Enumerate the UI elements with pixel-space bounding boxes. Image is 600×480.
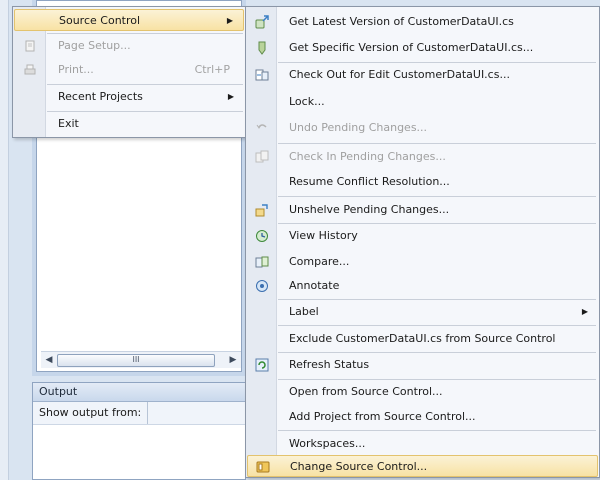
menu-item-label: Print... — [58, 63, 94, 76]
menu-item-print[interactable]: Print... Ctrl+P — [14, 59, 244, 81]
file-menu: Source Control ▶ Page Setup... Print... … — [12, 6, 246, 138]
check-out-icon — [255, 69, 269, 81]
menu-item-label: Exit — [58, 117, 79, 130]
menu-item-label: Get Specific Version of CustomerDataUI.c… — [289, 41, 534, 54]
view-history-item[interactable]: View History — [247, 225, 598, 247]
menu-separator — [278, 223, 596, 224]
menu-item-recent-projects[interactable]: Recent Projects ▶ — [14, 86, 244, 108]
menu-item-label: Annotate — [289, 279, 340, 292]
annotate-item[interactable]: Annotate — [247, 275, 598, 297]
menu-item-label: Workspaces... — [289, 437, 366, 450]
menu-item-label: Recent Projects — [58, 90, 143, 103]
annotate-icon — [256, 280, 268, 292]
page-setup-icon — [25, 40, 35, 52]
menu-separator — [278, 196, 596, 197]
scroll-left-icon[interactable]: ◀ — [43, 354, 55, 366]
menu-separator — [47, 84, 243, 85]
menu-item-label: Lock... — [289, 95, 325, 108]
menu-separator — [278, 299, 596, 300]
menu-separator — [278, 325, 596, 326]
menu-item-label: Page Setup... — [58, 39, 131, 52]
add-project-from-source-control-item[interactable]: Add Project from Source Control... — [247, 406, 598, 428]
change-source-control-icon — [256, 461, 270, 473]
menu-item-shortcut: Ctrl+P — [194, 63, 230, 76]
menu-separator — [278, 62, 596, 63]
history-icon — [256, 230, 268, 242]
menu-item-label: Open from Source Control... — [289, 385, 443, 398]
output-panel: Output Show output from: — [32, 382, 246, 480]
printer-icon — [24, 64, 36, 75]
get-latest-version-item[interactable]: Get Latest Version of CustomerDataUI.cs — [247, 11, 598, 33]
scrollbar-thumb[interactable]: III — [57, 354, 215, 367]
output-panel-title: Output — [33, 383, 245, 402]
menu-item-label: Resume Conflict Resolution... — [289, 175, 450, 188]
undo-icon — [256, 124, 267, 129]
horizontal-scrollbar[interactable]: ◀ III ▶ — [41, 351, 241, 368]
menu-separator — [47, 33, 243, 34]
compare-item[interactable]: Compare... — [247, 251, 598, 273]
check-in-icon — [255, 150, 269, 163]
menu-item-label: Compare... — [289, 255, 350, 268]
menu-item-label: Get Latest Version of CustomerDataUI.cs — [289, 15, 514, 28]
menu-item-label: Undo Pending Changes... — [289, 121, 428, 134]
refresh-status-item[interactable]: Refresh Status — [247, 354, 598, 376]
menu-item-label: Unshelve Pending Changes... — [289, 203, 450, 216]
menu-item-label: View History — [289, 229, 358, 242]
menu-item-source-control[interactable]: Source Control ▶ — [14, 9, 244, 31]
exclude-from-source-control-item[interactable]: Exclude CustomerDataUI.cs from Source Co… — [247, 328, 598, 350]
menu-item-label: Check Out for Edit CustomerDataUI.cs... — [289, 68, 510, 81]
menu-separator — [278, 430, 596, 431]
open-from-source-control-item[interactable]: Open from Source Control... — [247, 381, 598, 403]
lock-item[interactable]: Lock... — [247, 91, 598, 113]
undo-pending-changes-item[interactable]: Undo Pending Changes... — [247, 117, 598, 139]
unshelve-icon — [255, 204, 268, 217]
show-output-from-label: Show output from: — [39, 402, 149, 424]
resume-conflict-resolution-item[interactable]: Resume Conflict Resolution... — [247, 171, 598, 193]
check-out-for-edit-item[interactable]: Check Out for Edit CustomerDataUI.cs... — [247, 64, 598, 86]
refresh-icon — [255, 358, 269, 372]
get-latest-icon — [255, 15, 269, 29]
menu-item-label: Label — [289, 305, 319, 318]
submenu-arrow-icon: ▶ — [581, 307, 588, 316]
menu-separator — [278, 352, 596, 353]
submenu-arrow-icon: ▶ — [227, 92, 234, 101]
unshelve-pending-changes-item[interactable]: Unshelve Pending Changes... — [247, 199, 598, 221]
check-in-pending-changes-item[interactable]: Check In Pending Changes... — [247, 146, 598, 168]
menu-item-label: Change Source Control... — [290, 460, 428, 473]
submenu-arrow-icon: ▶ — [226, 16, 233, 25]
menu-item-label: Check In Pending Changes... — [289, 150, 446, 163]
workspaces-item[interactable]: Workspaces... — [247, 433, 598, 455]
change-source-control-item[interactable]: Change Source Control... — [247, 455, 598, 477]
menu-item-label: Source Control — [59, 14, 141, 27]
label-item[interactable]: Label ▶ — [247, 301, 598, 323]
get-specific-icon — [258, 41, 266, 55]
get-specific-version-item[interactable]: Get Specific Version of CustomerDataUI.c… — [247, 37, 598, 59]
ide-left-strip — [0, 0, 9, 480]
menu-item-label: Exclude CustomerDataUI.cs from Source Co… — [289, 332, 556, 345]
output-toolbar: Show output from: — [33, 402, 245, 425]
scroll-right-icon[interactable]: ▶ — [227, 354, 239, 366]
menu-item-page-setup[interactable]: Page Setup... — [14, 35, 244, 57]
menu-item-exit[interactable]: Exit — [14, 113, 244, 135]
menu-separator — [278, 143, 596, 144]
menu-item-label: Add Project from Source Control... — [289, 410, 476, 423]
menu-separator — [47, 111, 243, 112]
source-control-submenu: Get Latest Version of CustomerDataUI.cs … — [245, 6, 600, 478]
menu-item-label: Refresh Status — [289, 358, 370, 371]
menu-separator — [278, 379, 596, 380]
compare-icon — [255, 256, 269, 268]
